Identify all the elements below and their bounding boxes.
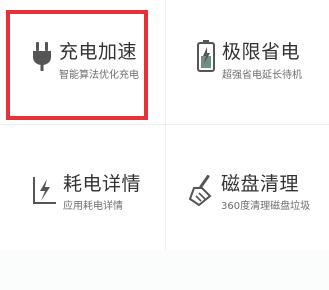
tile-disk-cleanup[interactable]: 磁盘清理 360度清理磁盘垃圾: [166, 125, 329, 250]
tile-title: 耗电详情: [63, 173, 142, 195]
battery-icon: [197, 40, 215, 72]
tile-power-details[interactable]: 耗电详情 应用耗电详情: [0, 125, 165, 250]
feature-grid: 充电加速 智能算法优化充电 极限省电 超强省电延长待机 耗电详情 应用耗电详情 …: [0, 0, 329, 250]
broom-icon: [188, 174, 212, 206]
plug-icon: [33, 42, 51, 71]
tile-subtitle: 智能算法优化充电: [59, 70, 139, 81]
power-chart-icon: [33, 177, 56, 204]
tile-title: 极限省电: [222, 41, 301, 63]
tile-power-saving[interactable]: 极限省电 超强省电延长待机: [166, 0, 329, 124]
tile-charge-boost[interactable]: 充电加速 智能算法优化充电: [0, 0, 165, 124]
tile-subtitle: 应用耗电详情: [63, 201, 123, 212]
tile-subtitle: 超强省电延长待机: [222, 70, 302, 81]
tile-title: 磁盘清理: [221, 173, 300, 195]
tile-title: 充电加速: [59, 41, 138, 63]
tile-subtitle: 360度清理磁盘垃圾: [221, 201, 311, 212]
footer-area: [0, 250, 329, 290]
